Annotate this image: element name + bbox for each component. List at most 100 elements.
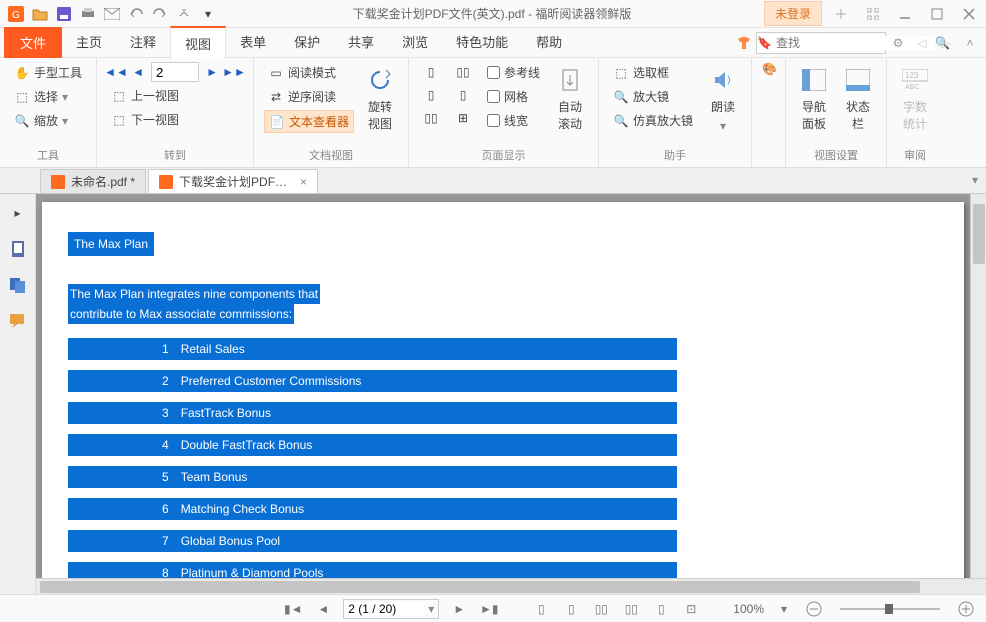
zoom-dropdown-icon[interactable]: ▾ [774,599,794,619]
text-viewer-button[interactable]: 📄文本查看器 [264,110,354,133]
menu-浏览[interactable]: 浏览 [388,26,442,59]
ruler-checkbox[interactable] [487,66,500,79]
login-button[interactable]: 未登录 [764,1,822,26]
next-view-button[interactable]: ⬚下一视图 [107,109,243,130]
marquee-button[interactable]: ⬚选取框 [609,62,697,83]
menu-帮助[interactable]: 帮助 [522,26,576,59]
menu-file[interactable]: 文件 [4,27,62,58]
sb-next-page-icon[interactable]: ► [449,599,469,619]
layout3-button[interactable]: ▯▯ [419,108,443,128]
single-page-icon: ▯ [423,64,439,80]
print-icon[interactable] [78,4,98,24]
pdf-icon [159,175,173,189]
layout2-button[interactable]: ▯ [419,85,443,105]
document-tab[interactable]: 下载奖金计划PDF文...× [148,169,318,193]
linewidth-toggle[interactable]: 线宽 [483,110,544,131]
tab-dropdown-icon[interactable]: ▾ [972,173,978,187]
hand-tool[interactable]: ✋手型工具 [10,62,86,83]
menu-表单[interactable]: 表单 [226,26,280,59]
sb-first-page-icon[interactable]: ▮◄ [283,599,303,619]
layout4-button[interactable]: ▯▯ [451,62,475,82]
save-icon[interactable] [54,4,74,24]
autoscroll-button[interactable]: 自动 滚动 [552,62,588,144]
find-next-icon[interactable]: ▷ [934,31,958,55]
last-page-button[interactable]: ►► [225,63,243,81]
sidebar-expand-icon[interactable]: ▸ [7,202,29,224]
find-prev-icon[interactable]: ◁ [910,31,934,55]
sb-page-input[interactable] [344,602,424,616]
wordcount-button[interactable]: 123ABC字数 统计 [897,62,933,144]
email-icon[interactable] [102,4,122,24]
grid-checkbox[interactable] [487,90,500,103]
undo-icon[interactable] [126,4,146,24]
sb-prev-page-icon[interactable]: ◄ [313,599,333,619]
prev-page-button[interactable]: ◄ [129,63,147,81]
layout6-button[interactable]: ⊞ [451,108,475,128]
layout5-button[interactable]: ▯ [451,85,475,105]
menu-保护[interactable]: 保护 [280,26,334,59]
search-box[interactable]: 🔖 🔍 [756,32,886,54]
menu-主页[interactable]: 主页 [62,26,116,59]
zoom-in-icon[interactable] [956,599,976,619]
menu-视图[interactable]: 视图 [170,26,226,59]
document-viewport[interactable]: The Max Plan The Max Plan integrates nin… [36,194,986,594]
read-aloud-button[interactable]: 朗读▾ [705,62,741,144]
vscroll-thumb[interactable] [973,204,985,264]
grid-toggle[interactable]: 网格 [483,86,544,107]
first-page-button[interactable]: ◄◄ [107,63,125,81]
bookmark-panel-icon[interactable] [7,238,29,260]
pages-panel-icon[interactable] [7,274,29,296]
menu-共享[interactable]: 共享 [334,26,388,59]
gear-icon[interactable]: ⚙ [886,31,910,55]
prev-view-button[interactable]: ⬚上一视图 [107,85,243,106]
sb-page-box[interactable]: ▾ [343,599,439,619]
ribbon-collapse-icon[interactable]: ˄ [958,31,982,55]
loupe-button[interactable]: 🔍仿真放大镜 [609,110,697,131]
close-icon[interactable] [956,3,982,25]
ruler-toggle[interactable]: 参考线 [483,62,544,83]
magnifier-button[interactable]: 🔍放大镜 [609,86,697,107]
sb-page-dropdown-icon[interactable]: ▾ [424,602,438,616]
ribbon-toggle-icon[interactable] [828,3,854,25]
layout1-button[interactable]: ▯ [419,62,443,82]
sb-cont-icon[interactable]: ▯ [561,599,581,619]
zoom-knob[interactable] [885,604,893,614]
select-icon: ⬚ [14,89,30,105]
status-bar-button[interactable]: 状态 栏 [840,62,876,144]
sb-facing-icon[interactable]: ▯▯ [591,599,611,619]
redo-icon[interactable] [150,4,170,24]
qat-dropdown2-icon[interactable]: ▾ [198,4,218,24]
horizontal-scrollbar[interactable] [36,578,986,594]
zoom-tool[interactable]: 🔍缩放▾ [10,110,86,131]
document-tab[interactable]: 未命名.pdf * [40,169,146,193]
hscroll-thumb[interactable] [40,581,920,593]
select-tool[interactable]: ⬚选择▾ [10,86,86,107]
read-mode-button[interactable]: ▭阅读模式 [264,62,354,83]
tab-close-icon[interactable]: × [300,175,307,189]
next-page-button[interactable]: ► [203,63,221,81]
qat-dropdown-icon[interactable] [174,4,194,24]
sb-cover-icon[interactable]: ▯ [651,599,671,619]
svg-text:ABC: ABC [905,84,919,91]
sb-last-page-icon[interactable]: ►▮ [479,599,499,619]
fullscreen-icon[interactable] [860,3,886,25]
reverse-read-button[interactable]: ⇄逆序阅读 [264,86,354,107]
open-icon[interactable] [30,4,50,24]
linewidth-checkbox[interactable] [487,114,500,127]
nav-panel-button[interactable]: 导航 面板 [796,62,832,144]
zoom-slider[interactable] [840,608,940,610]
menu-特色功能[interactable]: 特色功能 [442,26,522,59]
page-input[interactable] [151,62,199,82]
sb-single-icon[interactable]: ▯ [531,599,551,619]
zoom-out-icon[interactable] [804,599,824,619]
rotate-view-button[interactable]: 旋转 视图 [362,62,398,144]
minimize-icon[interactable] [892,3,918,25]
comments-panel-icon[interactable] [7,310,29,332]
menu-注释[interactable]: 注释 [116,26,170,59]
sb-fit-icon[interactable]: ⊡ [681,599,701,619]
vertical-scrollbar[interactable] [970,194,986,594]
skin-icon[interactable] [732,31,756,55]
sb-contfacing-icon[interactable]: ▯▯ [621,599,641,619]
color-tool-icon[interactable]: 🎨 [762,62,777,76]
maximize-icon[interactable] [924,3,950,25]
